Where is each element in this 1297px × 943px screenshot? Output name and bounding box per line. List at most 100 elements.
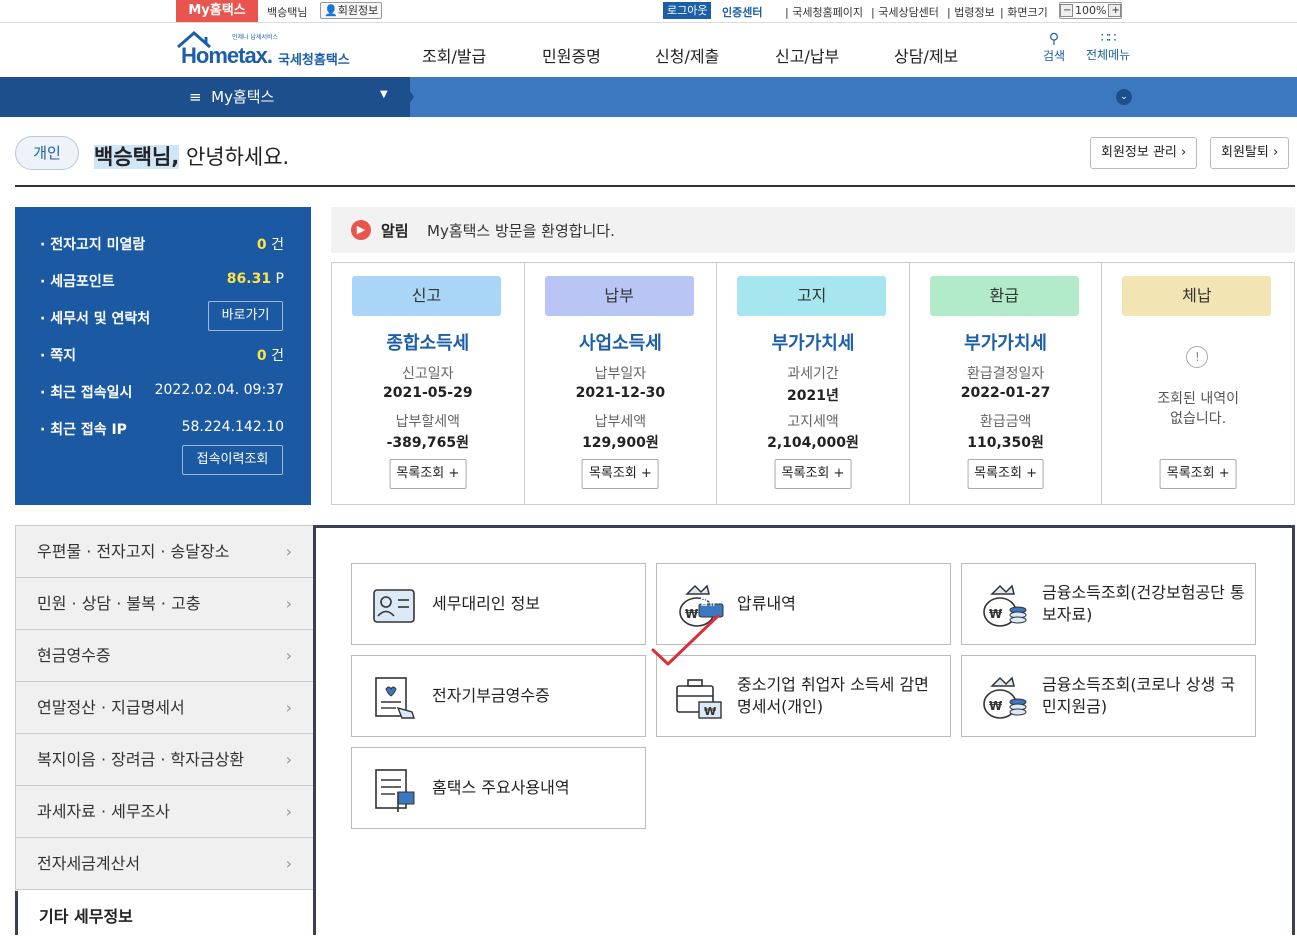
list-view-button[interactable]: 목록조회 +: [1159, 459, 1237, 489]
svg-text:₩: ₩: [989, 607, 1003, 621]
all-menu-button[interactable]: ∷∷ 전체메뉴: [1086, 31, 1130, 63]
search-button[interactable]: ⚲ 검색: [1043, 31, 1065, 64]
logo-tagline: 언제나 납세서비스: [232, 34, 279, 41]
tile-hometax-usage[interactable]: 홈택스 주요사용내역: [351, 747, 646, 829]
card-notice: 고지 부가가치세 과세기간 2021년 고지세액 2,104,000원 목록조회…: [717, 263, 910, 504]
logout-button[interactable]: 로그아웃: [663, 2, 712, 19]
card-tag: 환급: [929, 276, 1079, 316]
list-view-button[interactable]: 목록조회 +: [967, 459, 1045, 489]
card-label: 환급금액: [979, 414, 1032, 430]
withdraw-button[interactable]: 회원탈퇴 ›: [1210, 137, 1290, 169]
card-value: 2021-12-30: [575, 385, 666, 401]
card-tag: 체납: [1122, 276, 1272, 316]
menu-item-cash-receipt[interactable]: 현금영수증 ›: [16, 630, 314, 682]
logo-subtitle: 국세청홈택스: [278, 53, 350, 68]
card-value: 2021년: [787, 388, 839, 404]
seizure-badge: 압류: [700, 598, 717, 608]
menu-item-e-invoice[interactable]: 전자세금계산서 ›: [16, 838, 314, 890]
card-title: 부가가치세: [771, 333, 855, 354]
card-title: 종합소득세: [386, 333, 470, 354]
utility-bar: My홈택스 백승택님 👤회원정보 로그아웃 인증센터 | 국세청홈페이지 | 국…: [0, 0, 1297, 22]
card-arrears: 체납 ! 조회된 내역이 없습니다. 목록조회 +: [1102, 263, 1294, 504]
hometax-logo[interactable]: 언제나 납세서비스 Hometax. 국세청홈택스: [176, 29, 356, 73]
tile-label: 중소기업 취업자 소득세 감면 명세서(개인): [737, 675, 929, 716]
tax-consult-link[interactable]: | 국세상담센터: [871, 4, 939, 20]
cert-center-link[interactable]: 인증센터: [722, 4, 762, 20]
card-label: 신고일자: [402, 366, 454, 382]
office-goto-button[interactable]: 바로가기: [208, 301, 283, 331]
personal-badge: 개인: [15, 136, 79, 170]
menu-item-mail[interactable]: 우편물 · 전자고지 · 송달장소 ›: [16, 526, 314, 578]
card-tag: 납부: [544, 276, 694, 316]
card-label: 환급결정일자: [966, 366, 1045, 382]
card-value: 129,900원: [582, 435, 659, 451]
band-title: My홈택스: [211, 88, 275, 106]
screen-size-label: | 화면크기: [1000, 6, 1048, 19]
chevron-right-icon: ›: [1272, 145, 1279, 160]
tile-label: 압류내역: [737, 594, 796, 613]
info-label-memo: · 쪽지: [40, 348, 76, 364]
tile-financial-income-covid[interactable]: ₩ 금융소득조회(코로나 상생 국민지원금): [961, 655, 1256, 737]
card-value: 2,104,000원: [767, 435, 859, 451]
chevron-down-icon[interactable]: ⌄: [1116, 89, 1132, 105]
card-tag: 신고: [352, 276, 501, 316]
tile-label: 전자기부금영수증: [432, 686, 550, 705]
card-filing: 신고 종합소득세 신고일자 2021-05-29 납부할세액 -389,765원…: [332, 263, 525, 504]
notice-label: 알림: [381, 222, 409, 240]
menu-item-year-end[interactable]: 연말정산 · 지급명세서 ›: [16, 682, 314, 734]
chevron-right-icon: ›: [285, 542, 292, 561]
greeting-suffix: 안녕하세요.: [179, 145, 290, 169]
tile-financial-income-nhis[interactable]: ₩ 금융소득조회(건강보험공단 통보자료): [961, 563, 1256, 645]
chevron-right-icon: ›: [285, 646, 292, 665]
profile-card-icon: [373, 589, 415, 623]
account-summary-panel: · 전자고지 미열람 0 건 · 세금포인트 86.31 P · 세무서 및 연…: [15, 207, 311, 505]
search-icon: ⚲: [1048, 31, 1060, 47]
nav-apply-submit[interactable]: 신청/제출: [655, 43, 719, 67]
zoom-level: 100%: [1075, 4, 1107, 17]
zoom-out-button[interactable]: −: [1060, 4, 1073, 17]
info-value-points[interactable]: 86.31 P: [227, 271, 284, 287]
card-title: 부가가치세: [964, 333, 1047, 354]
nts-homepage-link[interactable]: | 국세청홈페이지: [785, 4, 863, 20]
megaphone-icon: ▶: [351, 220, 371, 240]
chevron-right-icon: ›: [285, 594, 292, 613]
tile-tax-agent-info[interactable]: 세무대리인 정보: [351, 563, 646, 645]
nav-inquiry-issue[interactable]: 조회/발급: [422, 43, 486, 67]
caret-down-icon[interactable]: ▼: [380, 89, 388, 100]
menu-item-other-tax-info[interactable]: 기타 세무정보: [15, 891, 315, 935]
menu-item-tax-data[interactable]: 과세자료 · 세무조사 ›: [16, 786, 314, 838]
info-value-unread[interactable]: 0 건: [257, 234, 284, 254]
login-history-button[interactable]: 접속이력조회: [182, 445, 283, 475]
tax-summary-cards: 신고 종합소득세 신고일자 2021-05-29 납부할세액 -389,765원…: [331, 262, 1295, 505]
card-payment: 납부 사업소득세 납부일자 2021-12-30 납부세액 129,900원 목…: [525, 263, 718, 504]
band-arrow: [400, 77, 414, 117]
logo-wordmark: Hometax.: [181, 43, 273, 68]
list-view-button[interactable]: 목록조회 +: [581, 459, 659, 489]
menu-item-welfare[interactable]: 복지이음 · 장려금 · 학자금상환 ›: [16, 734, 314, 786]
info-label-office: · 세무서 및 연락처: [40, 311, 151, 327]
member-manage-button[interactable]: 회원정보 관리 ›: [1090, 137, 1198, 169]
nav-certificates[interactable]: 민원증명: [542, 43, 601, 67]
nav-consult-report[interactable]: 상담/제보: [894, 43, 958, 67]
tile-donation-receipt[interactable]: 전자기부금영수증: [351, 655, 646, 737]
my-hometax-tab[interactable]: My홈택스: [176, 0, 258, 22]
user-name: 백승택님: [267, 6, 308, 19]
list-view-button[interactable]: 목록조회 +: [389, 459, 467, 489]
main-header: 언제나 납세서비스 Hometax. 국세청홈택스 조회/발급 민원증명 신청/…: [0, 22, 1297, 77]
info-value-memo[interactable]: 0 건: [257, 345, 284, 365]
tile-sme-tax-reduction[interactable]: ₩ 중소기업 취업자 소득세 감면 명세서(개인): [656, 655, 951, 737]
nav-file-pay[interactable]: 신고/납부: [775, 43, 839, 67]
chevron-right-icon: ›: [285, 750, 292, 769]
menu-item-civil[interactable]: 민원 · 상담 · 불복 · 고충 ›: [16, 578, 314, 630]
withdraw-label: 회원탈퇴: [1221, 145, 1269, 160]
card-tag: 고지: [737, 276, 887, 316]
svg-text:₩: ₩: [989, 699, 1003, 713]
member-info-button[interactable]: 👤회원정보: [320, 2, 383, 19]
law-info-link[interactable]: | 법령정보: [947, 4, 995, 20]
zoom-in-button[interactable]: +: [1108, 4, 1122, 17]
donation-receipt-icon: [375, 677, 415, 719]
list-view-button[interactable]: 목록조회 +: [774, 459, 852, 489]
card-value: 110,350원: [967, 435, 1044, 451]
card-title: 사업소득세: [578, 333, 662, 354]
my-hometax-dropdown[interactable]: ≡ My홈택스: [189, 86, 274, 107]
